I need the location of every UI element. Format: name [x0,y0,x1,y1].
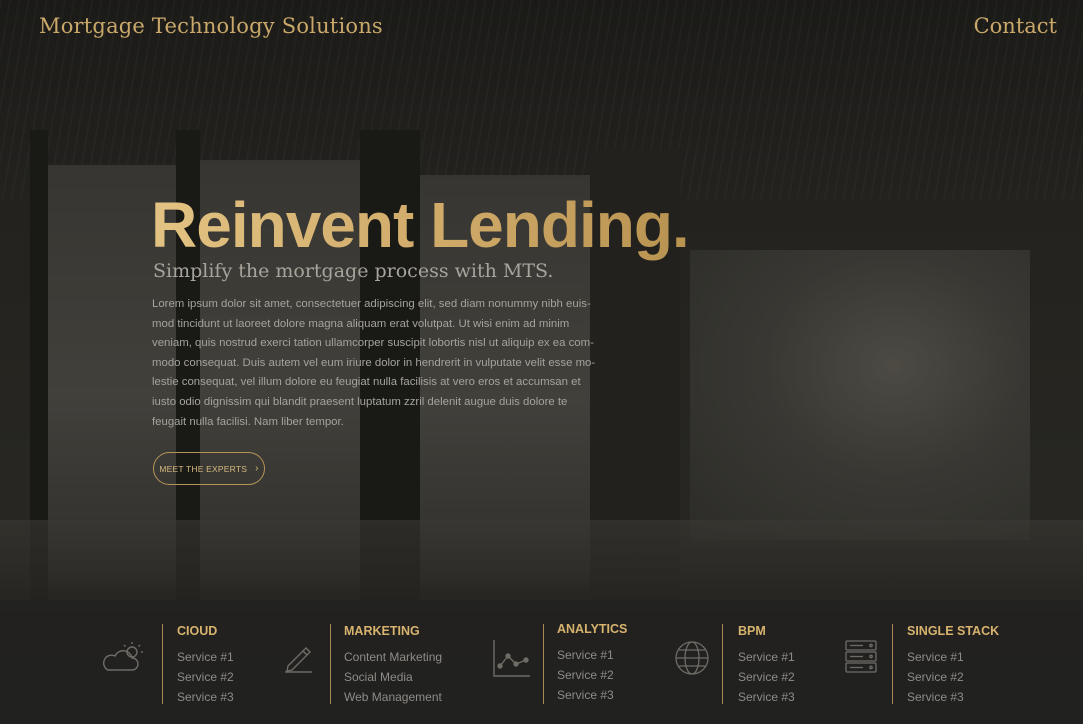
hero-subheadline: Simplify the mortgage process with MTS. [153,260,554,282]
contact-link[interactable]: Contact [974,14,1057,38]
service-title: ANALYTICS [557,622,628,636]
service-item[interactable]: Service #1 [907,648,964,668]
service-item[interactable]: Service #1 [738,648,795,668]
service-item[interactable]: Content Marketing [344,648,442,668]
service-divider [722,624,723,704]
service-divider [330,624,331,704]
service-title: BPM [738,624,766,638]
service-item[interactable]: Service #1 [177,648,234,668]
pen-icon [282,640,316,679]
service-item[interactable]: Service #3 [907,688,964,708]
site-logo-text[interactable]: Mortgage Technology Solutions [39,14,383,38]
service-item[interactable]: Service #2 [738,668,795,688]
meet-the-experts-button[interactable]: MEET THE EXPERTS › [153,452,265,485]
cloud-sun-icon [100,640,146,679]
service-item[interactable]: Service #2 [177,668,234,688]
service-title: MARKETING [344,624,420,638]
cta-label: MEET THE EXPERTS [159,463,248,474]
server-icon [845,640,877,679]
service-item[interactable]: Service #3 [557,686,614,706]
hero-body-text: Lorem ipsum dolor sit amet, consectetuer… [152,298,596,428]
service-title: CIOUD [177,624,218,638]
service-item[interactable]: Service #2 [557,666,614,686]
service-item[interactable]: Service #1 [557,646,614,666]
line-chart-icon [492,638,532,683]
service-divider [543,624,544,704]
service-item[interactable]: Social Media [344,668,442,688]
service-divider [892,624,893,704]
hero-headline: Reinvent Lending. [151,189,690,261]
service-cloud: CIOUD Service #1 Service #2 Service #3 [100,624,260,704]
service-item[interactable]: Service #2 [907,668,964,688]
globe-icon [674,640,710,681]
service-analytics: ANALYTICS Service #1 Service #2 Service … [492,622,652,706]
chevron-right-icon: › [255,463,259,474]
service-bpm: BPM Service #1 Service #2 Service #3 [674,624,834,704]
service-item[interactable]: Service #3 [177,688,234,708]
service-divider [162,624,163,704]
service-item[interactable]: Service #3 [738,688,795,708]
service-marketing: MARKETING Content Marketing Social Media… [282,624,462,704]
services-bar: CIOUD Service #1 Service #2 Service #3 M… [0,600,1083,724]
service-single-stack: SINGLE STACK Service #1 Service #2 Servi… [845,624,1045,704]
service-title: SINGLE STACK [907,624,1000,638]
service-item[interactable]: Web Management [344,688,442,708]
